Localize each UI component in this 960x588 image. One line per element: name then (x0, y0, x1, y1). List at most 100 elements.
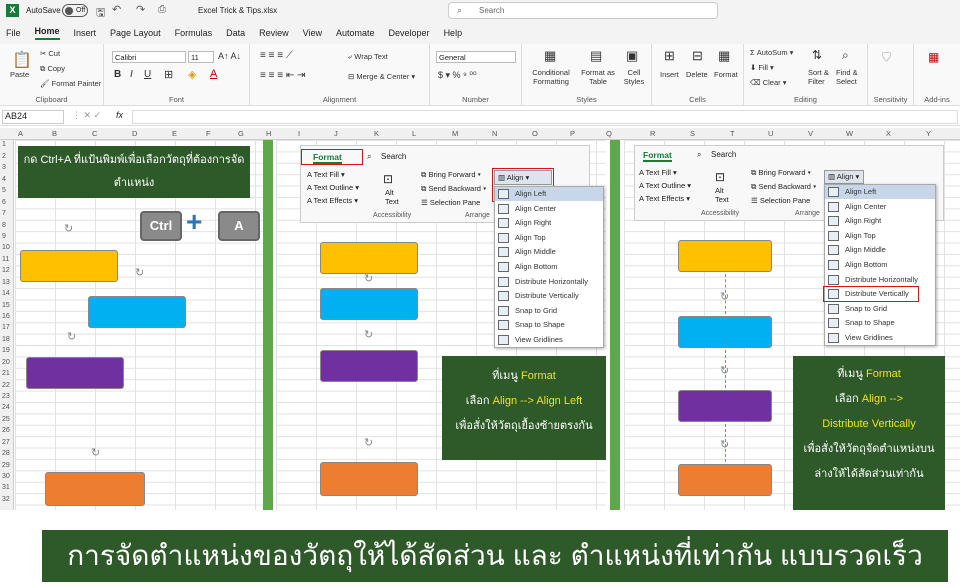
rotate-handle-icon[interactable]: ↻ (364, 436, 373, 449)
alt-text-button[interactable]: Alt Text (385, 188, 405, 206)
clear-button[interactable]: ⌫ Clear ▾ (750, 78, 787, 87)
row-header[interactable]: 3 (2, 164, 6, 171)
menu-view[interactable]: View (303, 28, 322, 38)
menu-align-left[interactable]: Align Left (495, 187, 603, 201)
menu-home[interactable]: Home (34, 26, 60, 40)
col-header[interactable]: R (650, 129, 655, 138)
row-header[interactable]: 19 (2, 347, 10, 354)
alt-text-icon[interactable]: ⊡ (383, 172, 393, 186)
border-icon[interactable]: ⊞ (164, 68, 173, 81)
ribbon-search[interactable]: Search (381, 152, 406, 161)
row-header[interactable]: 18 (2, 336, 10, 343)
underline-icon[interactable]: U (144, 69, 151, 80)
col-header[interactable]: X (886, 129, 891, 138)
menu-developer[interactable]: Developer (389, 28, 430, 38)
col-header[interactable]: W (846, 129, 853, 138)
menu-align-center[interactable]: Align Center (825, 200, 935, 214)
insert-cells-icon[interactable]: ⊞ (664, 48, 675, 64)
row-header[interactable]: 12 (2, 267, 10, 274)
selection-pane-button[interactable]: ☰ Selection Pane (421, 198, 480, 207)
delete-cells-button[interactable]: Delete (686, 70, 708, 79)
menu-view-gridlines[interactable]: View Gridlines (825, 331, 935, 345)
send-backward-button[interactable]: ⧉ Send Backward ▾ (751, 182, 816, 192)
alt-text-icon[interactable]: ⊡ (715, 170, 725, 184)
row-header[interactable]: 25 (2, 416, 10, 423)
menu-align-right[interactable]: Align Right (825, 214, 935, 228)
col-header[interactable]: A (18, 129, 23, 138)
row-header[interactable]: 23 (2, 393, 10, 400)
yellow-rectangle[interactable] (678, 240, 772, 272)
menu-align-bottom[interactable]: Align Bottom (825, 258, 935, 272)
alt-text-button[interactable]: Alt Text (715, 186, 735, 204)
menu-align-center[interactable]: Align Center (495, 202, 603, 216)
find-select-button[interactable]: Find & Select (836, 68, 866, 86)
italic-icon[interactable]: I (130, 69, 133, 80)
orange-rectangle[interactable] (678, 464, 772, 496)
format-table-icon[interactable]: ▤ (590, 48, 602, 64)
sort-filter-button[interactable]: Sort & Filter (808, 68, 832, 86)
row-header[interactable]: 13 (2, 279, 10, 286)
menu-insert[interactable]: Insert (74, 28, 97, 38)
addins-icon[interactable]: ▦ (928, 50, 939, 64)
bring-forward-button[interactable]: ⧉ Bring Forward ▾ (421, 170, 481, 180)
col-header[interactable]: N (492, 129, 497, 138)
bold-icon[interactable]: B (114, 69, 121, 80)
text-fill-button[interactable]: A Text Fill ▾ (639, 168, 677, 177)
redo-icon[interactable]: ↷ (136, 3, 145, 16)
menu-distribute-horizontally[interactable]: Distribute Horizontally (495, 275, 603, 289)
col-header[interactable]: B (52, 129, 57, 138)
row-header[interactable]: 28 (2, 450, 10, 457)
row-header[interactable]: 29 (2, 462, 10, 469)
text-effects-button[interactable]: A Text Effects ▾ (307, 196, 358, 205)
cell-styles-icon[interactable]: ▣ (626, 48, 638, 64)
col-header[interactable]: E (172, 129, 177, 138)
conditional-formatting-button[interactable]: Conditional Formatting (528, 68, 574, 86)
menu-align-left[interactable]: Align Left (825, 185, 935, 199)
conditional-formatting-icon[interactable]: ▦ (544, 48, 556, 64)
row-header[interactable]: 14 (2, 290, 10, 297)
rotate-handle-icon[interactable]: ↻ (720, 438, 729, 451)
rotate-handle-icon[interactable]: ↻ (364, 328, 373, 341)
rotate-handle-icon[interactable]: ↻ (64, 222, 73, 235)
menu-align-right[interactable]: Align Right (495, 216, 603, 230)
rotate-handle-icon[interactable]: ↻ (720, 290, 729, 303)
paste-icon[interactable]: 📋 (12, 50, 32, 70)
row-header[interactable]: 21 (2, 370, 10, 377)
row-header[interactable]: 27 (2, 439, 10, 446)
rotate-handle-icon[interactable]: ↻ (67, 330, 76, 343)
fill-color-icon[interactable]: ◈ (188, 68, 196, 81)
purple-rectangle[interactable] (320, 350, 418, 382)
find-select-icon[interactable]: ⌕ (842, 48, 849, 63)
format-table-button[interactable]: Format as Table (580, 68, 616, 86)
menu-align-middle[interactable]: Align Middle (825, 243, 935, 257)
col-header[interactable]: M (452, 129, 458, 138)
copy-button[interactable]: ⧉ Copy (40, 64, 65, 74)
row-header[interactable]: 9 (2, 233, 6, 240)
col-header[interactable]: Q (606, 129, 612, 138)
sort-filter-icon[interactable]: ⇅ (812, 48, 822, 62)
col-header[interactable]: J (334, 129, 338, 138)
row-header[interactable]: 11 (2, 256, 9, 263)
row-header[interactable]: 30 (2, 473, 10, 480)
cancel-check-icons[interactable]: ⋮ ✕ ✓ (72, 110, 101, 121)
menu-review[interactable]: Review (259, 28, 289, 38)
purple-rectangle[interactable] (678, 390, 772, 422)
wrap-text-button[interactable]: ⤶ Wrap Text (348, 52, 388, 62)
ribbon-search[interactable]: Search (711, 150, 736, 159)
col-header[interactable]: G (238, 129, 244, 138)
menu-snap-to-shape[interactable]: Snap to Shape (495, 318, 603, 332)
menu-align-top[interactable]: Align Top (825, 229, 935, 243)
row-header[interactable]: 6 (2, 199, 6, 206)
col-header[interactable]: Y (926, 129, 931, 138)
row-header[interactable]: 22 (2, 382, 10, 389)
row-header[interactable]: 17 (2, 324, 10, 331)
fx-icon[interactable]: fx (116, 110, 123, 120)
row-header[interactable]: 15 (2, 302, 10, 309)
yellow-rectangle[interactable] (320, 242, 418, 274)
number-format-select[interactable]: General (436, 51, 516, 63)
undo-icon[interactable]: ↶ (112, 3, 121, 16)
rotate-handle-icon[interactable]: ↻ (364, 272, 373, 285)
format-painter-button[interactable]: 🖌 Format Painter (40, 79, 101, 88)
orange-rectangle[interactable] (45, 472, 145, 506)
row-header[interactable]: 32 (2, 496, 10, 503)
